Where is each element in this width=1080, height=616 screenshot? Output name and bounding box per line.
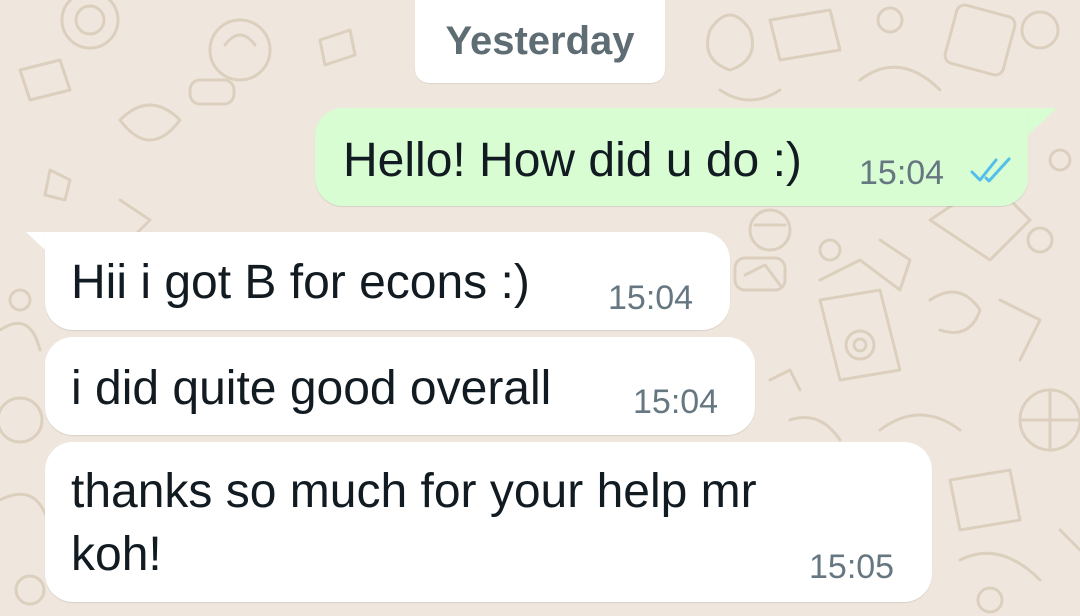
message-bubble-incoming[interactable]: thanks so much for your help mr koh! 15:…: [45, 442, 932, 602]
message-bubble-outgoing[interactable]: Hello! How did u do :) 15:04: [315, 108, 1028, 206]
message-bubble-incoming[interactable]: i did quite good overall 15:04: [45, 337, 755, 435]
message-time: 15:04: [633, 383, 719, 421]
message-bubble-incoming[interactable]: Hii i got B for econs :) 15:04: [45, 232, 730, 330]
message-text-line-1: thanks so much for your help mr: [71, 465, 757, 518]
message-text: Hello! How did u do :): [343, 134, 802, 187]
message-time: 15:05: [809, 548, 895, 586]
message-time: 15:04: [859, 154, 945, 192]
message-time: 15:04: [608, 279, 694, 317]
message-text: Hii i got B for econs :): [71, 256, 530, 309]
outgoing-bubble-tail: [1025, 108, 1057, 138]
message-text: i did quite good overall: [71, 362, 552, 415]
date-divider: Yesterday: [415, 0, 665, 83]
message-text-line-2: koh!: [71, 528, 162, 581]
double-check-read-icon: [970, 157, 1011, 183]
